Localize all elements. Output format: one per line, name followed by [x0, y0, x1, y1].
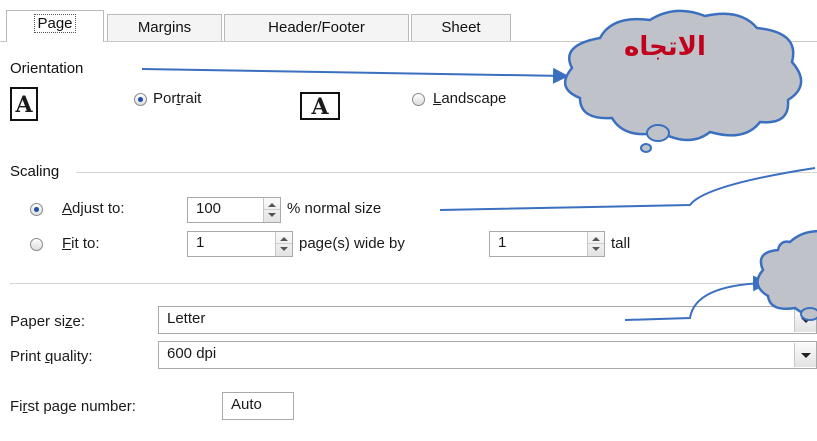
paper-size-callout-cloud: [756, 229, 817, 321]
orientation-callout-text: الاتجاه: [624, 32, 706, 62]
tab-page[interactable]: Page: [6, 10, 104, 42]
orientation-arrow: [141, 67, 569, 84]
tab-page-label: Page: [34, 14, 76, 33]
scaling-arrow: [439, 167, 816, 211]
paper-size-arrow: [624, 275, 769, 321]
annotation-overlay: [141, 9, 817, 321]
